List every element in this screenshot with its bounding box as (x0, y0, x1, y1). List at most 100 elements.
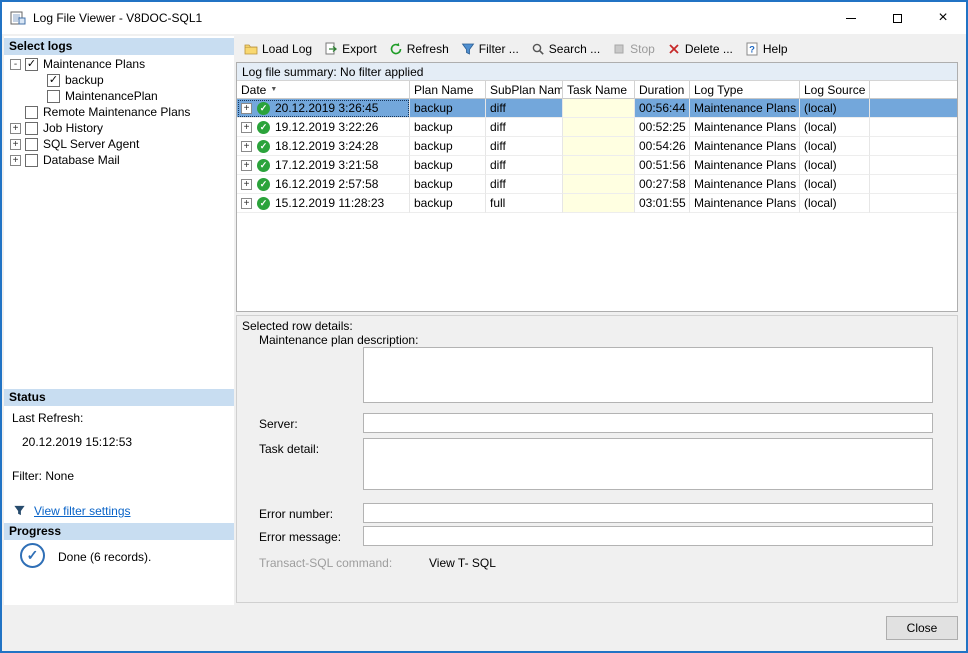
log-type-cell[interactable]: Maintenance Plans (690, 137, 800, 156)
subplan-name-cell[interactable]: diff (486, 175, 563, 194)
duration-cell[interactable]: 00:51:56 (635, 156, 690, 175)
server-field[interactable] (363, 413, 933, 433)
plan-name-cell[interactable]: backup (410, 137, 486, 156)
date-cell[interactable]: + ✓ 17.12.2019 3:21:58 (237, 156, 410, 175)
column-header-duration[interactable]: Duration (635, 81, 690, 99)
plus-expander-icon[interactable]: + (10, 122, 21, 134)
row-expander-icon[interactable]: + (241, 140, 252, 152)
view-tsql-button[interactable]: View T- SQL (429, 556, 496, 570)
maintenanceplan-checkbox[interactable] (47, 89, 60, 103)
minimize-button[interactable] (828, 2, 874, 34)
plus-expander-icon[interactable]: + (10, 154, 21, 166)
date-cell[interactable]: + ✓ 15.12.2019 11:28:23 (237, 194, 410, 213)
close-button[interactable]: Close (886, 616, 958, 640)
log-source-cell[interactable]: (local) (800, 99, 870, 118)
task-name-cell[interactable] (563, 118, 635, 137)
toolbar-button-load-log[interactable]: Load Log (238, 39, 318, 59)
tree-item-sql-server-agent[interactable]: + SQL Server Agent (4, 136, 234, 152)
duration-cell[interactable]: 00:56:44 (635, 99, 690, 118)
column-header-log-type[interactable]: Log Type (690, 81, 800, 99)
subplan-name-cell[interactable]: diff (486, 118, 563, 137)
plan-name-cell[interactable]: backup (410, 118, 486, 137)
date-cell[interactable]: + ✓ 20.12.2019 3:26:45 (237, 99, 410, 118)
date-cell[interactable]: + ✓ 18.12.2019 3:24:28 (237, 137, 410, 156)
sql-server-agent-checkbox[interactable] (25, 137, 38, 151)
tree-item-maintenanceplan[interactable]: MaintenancePlan (4, 88, 234, 104)
toolbar-button-stop[interactable]: Stop (606, 39, 661, 59)
row-expander-icon[interactable]: + (241, 178, 252, 190)
table-row[interactable]: + ✓ 17.12.2019 3:21:58 backup diff 00:51:56 Ma… (237, 156, 957, 175)
toolbar-button-export[interactable]: Export (318, 39, 383, 59)
toolbar-button-refresh[interactable]: Refresh (383, 39, 455, 59)
subplan-name-cell[interactable]: diff (486, 137, 563, 156)
plan-name-cell[interactable]: backup (410, 175, 486, 194)
task-name-cell[interactable] (563, 99, 635, 118)
subplan-name-cell[interactable]: full (486, 194, 563, 213)
duration-cell[interactable]: 00:52:25 (635, 118, 690, 137)
task-name-cell[interactable] (563, 194, 635, 213)
plus-expander-icon[interactable]: + (10, 138, 21, 150)
toolbar-button-filter[interactable]: Filter ... (455, 39, 525, 59)
minus-expander-icon[interactable]: - (10, 58, 21, 70)
tree-item-job-history[interactable]: + Job History (4, 120, 234, 136)
view-filter-settings-link[interactable]: View filter settings (34, 504, 131, 518)
log-source-cell[interactable]: (local) (800, 118, 870, 137)
row-expander-icon[interactable]: + (241, 197, 252, 209)
duration-cell[interactable]: 03:01:55 (635, 194, 690, 213)
row-expander-icon[interactable]: + (241, 102, 252, 114)
log-type-cell[interactable]: Maintenance Plans (690, 194, 800, 213)
tree-item-backup[interactable]: ✓ backup (4, 72, 234, 88)
tree-item-maintenance-plans[interactable]: - ✓ Maintenance Plans (4, 56, 234, 72)
subplan-name-cell[interactable]: diff (486, 99, 563, 118)
plan-name-cell[interactable]: backup (410, 194, 486, 213)
row-expander-icon[interactable]: + (241, 121, 252, 133)
duration-cell[interactable]: 00:27:58 (635, 175, 690, 194)
plan-name-cell[interactable]: backup (410, 156, 486, 175)
remote-maintenance-plans-checkbox[interactable] (25, 105, 38, 119)
job-history-checkbox[interactable] (25, 121, 38, 135)
column-header-date[interactable]: Date ▼ (237, 81, 410, 99)
subplan-name-cell[interactable]: diff (486, 156, 563, 175)
toolbar-button-delete[interactable]: Delete ... (661, 39, 739, 59)
column-header-log-source[interactable]: Log Source (800, 81, 870, 99)
table-row[interactable]: + ✓ 15.12.2019 11:28:23 backup full 03:01:55 M… (237, 194, 957, 213)
task-name-cell[interactable] (563, 156, 635, 175)
maximize-button[interactable] (874, 2, 920, 34)
close-window-button[interactable]: × (920, 2, 966, 34)
table-row[interactable]: + ✓ 20.12.2019 3:26:45 backup diff 00:56:44 Ma… (237, 99, 957, 118)
column-header-subplan-name[interactable]: SubPlan Name (486, 81, 563, 99)
database-mail-checkbox[interactable] (25, 153, 38, 167)
task-name-cell[interactable] (563, 137, 635, 156)
log-source-cell[interactable]: (local) (800, 194, 870, 213)
log-type-cell[interactable]: Maintenance Plans (690, 156, 800, 175)
date-cell[interactable]: + ✓ 19.12.2019 3:22:26 (237, 118, 410, 137)
toolbar-button-help[interactable]: ? Help (739, 39, 794, 59)
date-cell[interactable]: + ✓ 16.12.2019 2:57:58 (237, 175, 410, 194)
table-row[interactable]: + ✓ 19.12.2019 3:22:26 backup diff 00:52:25 Ma… (237, 118, 957, 137)
row-expander-icon[interactable]: + (241, 159, 252, 171)
plan-name-cell[interactable]: backup (410, 99, 486, 118)
table-row[interactable]: + ✓ 18.12.2019 3:24:28 backup diff 00:54:26 Ma… (237, 137, 957, 156)
log-source-cell[interactable]: (local) (800, 175, 870, 194)
task-name-cell[interactable] (563, 175, 635, 194)
toolbar-button-search[interactable]: Search ... (525, 39, 606, 59)
log-source-cell[interactable]: (local) (800, 137, 870, 156)
log-type-cell[interactable]: Maintenance Plans (690, 99, 800, 118)
maintenance-plans-checkbox[interactable]: ✓ (25, 57, 38, 71)
tree-item-database-mail[interactable]: + Database Mail (4, 152, 234, 168)
column-header-task-name[interactable]: Task Name (563, 81, 635, 99)
error-message-field[interactable] (363, 526, 933, 546)
task-detail-field[interactable] (363, 438, 933, 490)
duration-cell[interactable]: 00:54:26 (635, 137, 690, 156)
error-number-field[interactable] (363, 503, 933, 523)
transact-sql-label: Transact-SQL command: (259, 556, 393, 570)
description-field[interactable] (363, 347, 933, 403)
log-file-viewer-window: Log File Viewer - V8DOC-SQL1 × Select lo… (0, 0, 968, 653)
tree-item-remote-maintenance-plans[interactable]: Remote Maintenance Plans (4, 104, 234, 120)
column-header-plan-name[interactable]: Plan Name (410, 81, 486, 99)
log-type-cell[interactable]: Maintenance Plans (690, 118, 800, 137)
log-type-cell[interactable]: Maintenance Plans (690, 175, 800, 194)
log-source-cell[interactable]: (local) (800, 156, 870, 175)
backup-checkbox[interactable]: ✓ (47, 73, 60, 87)
table-row[interactable]: + ✓ 16.12.2019 2:57:58 backup diff 00:27:58 Ma… (237, 175, 957, 194)
